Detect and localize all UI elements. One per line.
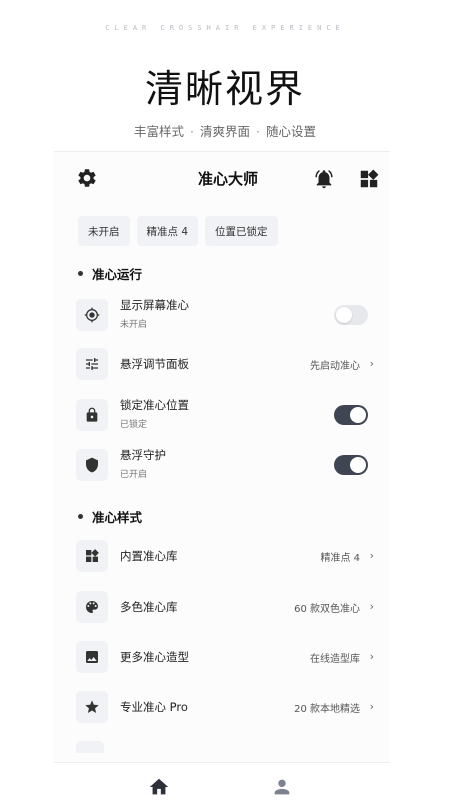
lock-icon	[76, 399, 108, 431]
chevron-right-icon: ›	[369, 700, 374, 713]
bullet-icon	[78, 271, 83, 276]
lock-position-toggle[interactable]	[334, 405, 368, 425]
row-label: 锁定准心位置	[120, 398, 189, 412]
row-partial-cutoff	[76, 741, 104, 753]
subtitle-part-ui: 清爽界面	[199, 124, 250, 139]
section-title-run-label: 准心运行	[92, 267, 143, 282]
toggle-knob	[350, 457, 366, 473]
row-sublabel: 未开启	[120, 320, 148, 330]
row-lock-position[interactable]: 锁定准心位置 已锁定	[76, 397, 376, 433]
chevron-right-icon: ›	[369, 650, 374, 663]
shield-icon	[76, 449, 108, 481]
row-label: 显示屏幕准心	[120, 298, 189, 312]
bottom-nav	[54, 762, 390, 800]
status-chip-state[interactable]: 未开启	[78, 216, 130, 246]
section-title-run: 准心运行	[78, 264, 142, 283]
crosshair-icon	[76, 299, 108, 331]
star-icon	[76, 691, 108, 723]
subtitle-separator: ·	[190, 124, 194, 139]
sliders-icon	[76, 348, 108, 380]
row-builtin-library[interactable]: 内置准心库 精准点 4 ›	[76, 538, 376, 574]
row-label: 专业准心 Pro	[120, 700, 188, 714]
row-float-guard[interactable]: 悬浮守护 已开启	[76, 447, 376, 483]
row-value: 先启动准心	[310, 361, 360, 372]
row-label: 更多准心造型	[120, 650, 189, 664]
row-label: 多色准心库	[120, 600, 178, 614]
row-show-crosshair[interactable]: 显示屏幕准心 未开启	[76, 297, 376, 333]
tagline: CLEAR CROSSHAIR EXPERIENCE	[105, 24, 345, 32]
row-more-shapes[interactable]: 更多准心造型 在线造型库 ›	[76, 639, 376, 675]
chevron-right-icon: ›	[369, 549, 374, 562]
profile-icon[interactable]	[271, 776, 293, 798]
section-title-style: 准心样式	[78, 507, 142, 526]
row-multicolor-library[interactable]: 多色准心库 60 款双色准心 ›	[76, 589, 376, 625]
chevron-right-icon: ›	[369, 357, 374, 370]
row-value: 精准点 4	[320, 553, 360, 564]
app-title: 准心大师	[197, 170, 258, 188]
widgets-icon[interactable]	[358, 168, 380, 190]
section-title-style-label: 准心样式	[92, 510, 143, 525]
palette-icon	[76, 591, 108, 623]
row-value: 在线造型库	[310, 654, 360, 665]
row-label: 悬浮调节面板	[120, 357, 189, 371]
hero-title: 清晰视界	[144, 67, 305, 111]
row-label: 内置准心库	[120, 549, 178, 563]
widgets-icon	[76, 540, 108, 572]
status-chip-style[interactable]: 精准点 4	[136, 216, 199, 246]
row-value: 20 款本地精选	[294, 704, 360, 715]
image-icon	[76, 641, 108, 673]
row-value: 60 款双色准心	[294, 604, 360, 615]
status-chip-lock[interactable]: 位置已锁定	[205, 216, 278, 246]
row-pro-crosshair[interactable]: 专业准心 Pro 20 款本地精选 ›	[76, 689, 376, 725]
toggle-knob	[336, 307, 352, 323]
row-label: 悬浮守护	[120, 448, 166, 462]
subtitle-part-styles: 丰富样式	[133, 124, 184, 139]
row-sublabel: 已开启	[120, 470, 148, 480]
toggle-knob	[350, 407, 366, 423]
app-header: 准心大师	[0, 163, 450, 195]
home-icon[interactable]	[148, 776, 170, 798]
float-guard-toggle[interactable]	[334, 455, 368, 475]
row-floating-panel[interactable]: 悬浮调节面板 先启动准心 ›	[76, 346, 376, 382]
subtitle-part-settings: 随心设置	[265, 124, 316, 139]
chevron-right-icon: ›	[369, 600, 374, 613]
bullet-icon	[78, 514, 83, 519]
row-sublabel: 已锁定	[120, 420, 148, 430]
bell-icon[interactable]	[313, 168, 335, 190]
subtitle-separator: ·	[256, 124, 260, 139]
status-chips: 未开启 精准点 4 位置已锁定	[78, 216, 278, 246]
hero-subtitle: 丰富样式 · 清爽界面 · 随心设置	[0, 121, 450, 140]
show-crosshair-toggle[interactable]	[334, 305, 368, 325]
